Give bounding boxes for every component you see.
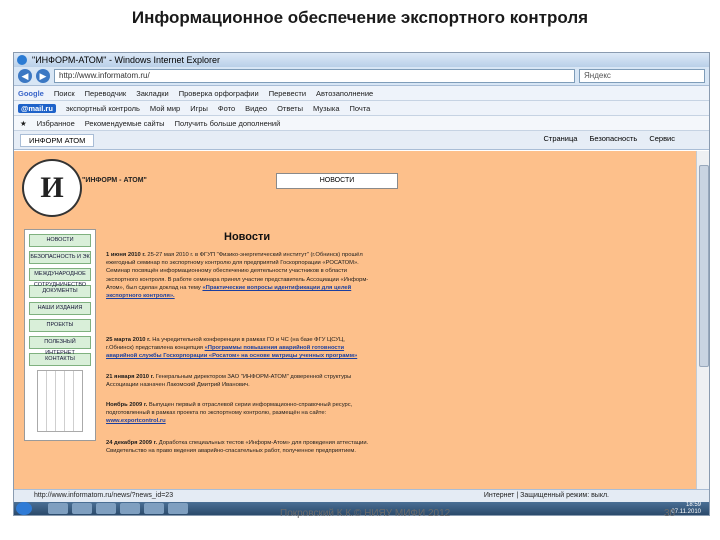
vertical-scrollbar[interactable] [696, 151, 709, 489]
suggested-sites-link[interactable]: Рекомендуемые сайты [85, 119, 165, 128]
chrome-taskbar-icon[interactable] [168, 503, 188, 514]
web-page-content: И "ИНФОРМ - АТОМ" НОВОСТИ НОВОСТИ БЕЗОПА… [14, 151, 697, 489]
start-button-icon[interactable] [16, 502, 32, 515]
address-input[interactable]: http://www.informatom.ru/ [54, 69, 575, 83]
news-item: Ноябрь 2009 г. Выпущен первый в отраслев… [106, 401, 371, 426]
clock-date: 07.11.2010 [671, 508, 701, 515]
mailru-logo: @mail.ru [18, 103, 56, 113]
mailru-photo-button[interactable]: Фото [218, 104, 235, 113]
mailru-video-button[interactable]: Видео [245, 104, 267, 113]
menu-item-security[interactable]: БЕЗОПАСНОСТЬ И ЭК [29, 251, 91, 264]
news-date: 25 марта 2010 г. [106, 337, 151, 343]
taskbar-icons [48, 503, 188, 514]
google-translate-button[interactable]: Переводчик [85, 89, 127, 98]
news-date: 1 июня 2010 г. [106, 252, 146, 258]
favorites-bar: ★ Избранное Рекомендуемые сайты Получить… [14, 116, 709, 131]
favorites-star-icon[interactable]: ★ [20, 119, 27, 128]
google-autofill-button[interactable]: Автозаполнение [316, 89, 373, 98]
tools-menu[interactable]: Сервис [649, 134, 675, 143]
menu-item-projects[interactable]: ПРОЕКТЫ [29, 319, 91, 332]
status-bar: http://www.informatom.ru/news/?news_id=2… [14, 489, 709, 502]
explorer-taskbar-icon[interactable] [72, 503, 92, 514]
app-taskbar-icon[interactable] [120, 503, 140, 514]
window-title: "ИНФОРМ-АТОМ" - Windows Internet Explore… [32, 55, 221, 65]
news-date: Ноябрь 2009 г. [106, 402, 148, 408]
search-input[interactable]: Яндекс [579, 69, 705, 83]
slide-page-number: 30 [664, 508, 676, 519]
page-heading: Новости [224, 231, 271, 243]
safety-menu[interactable]: Безопасность [589, 134, 637, 143]
news-item: 24 декабря 2009 г. Доработка специальных… [106, 439, 371, 455]
menu-item-news[interactable]: НОВОСТИ [29, 234, 91, 247]
window-titlebar: "ИНФОРМ-АТОМ" - Windows Internet Explore… [14, 53, 709, 67]
menu-item-useful-internet[interactable]: ПОЛЕЗНЫЙ ИНТЕРНЕТ [29, 336, 91, 356]
powerpoint-taskbar-icon[interactable] [144, 503, 164, 514]
logo-text: "ИНФОРМ - АТОМ" [82, 177, 147, 184]
news-date: 21 января 2010 г. [106, 374, 155, 380]
news-date: 24 декабря 2009 г. [106, 440, 158, 446]
menu-item-contacts[interactable]: КОНТАКТЫ [29, 353, 91, 366]
google-spellcheck-button[interactable]: Проверка орфографии [179, 89, 259, 98]
mailru-mail-button[interactable]: Почта [350, 104, 371, 113]
mailru-answers-button[interactable]: Ответы [277, 104, 303, 113]
menu-item-cooperation[interactable]: МЕЖДУНАРОДНОЕ СОТРУДНИЧЕСТВО [29, 268, 91, 288]
news-item: 1 июня 2010 г. 25-27 мая 2010 г. в ФГУП … [106, 251, 371, 300]
security-zone: Интернет | Защищенный режим: выкл. [483, 492, 609, 499]
scrollbar-thumb[interactable] [699, 165, 709, 367]
mailru-music-button[interactable]: Музыка [313, 104, 340, 113]
back-arrow-icon[interactable]: ◀ [18, 69, 32, 83]
sidebar-decoration [37, 370, 83, 432]
news-link[interactable]: www.exportcontrol.ru [106, 418, 166, 424]
tab-row: ИНФОРМ АТОМ Страница Безопасность Сервис [14, 131, 709, 150]
mailru-toolbar: @mail.ru экспортный контроль Мой мир Игр… [14, 101, 709, 116]
site-sidebar-menu: НОВОСТИ БЕЗОПАСНОСТЬ И ЭК МЕЖДУНАРОДНОЕ … [24, 229, 96, 441]
google-bookmarks-button[interactable]: Закладки [136, 89, 168, 98]
informatom-logo[interactable]: И [22, 159, 82, 217]
mailru-games-button[interactable]: Игры [190, 104, 208, 113]
browser-screenshot: "ИНФОРМ-АТОМ" - Windows Internet Explore… [13, 52, 710, 516]
google-logo: Google [18, 88, 44, 98]
system-clock[interactable]: 18:59 07.11.2010 [671, 502, 701, 515]
media-taskbar-icon[interactable] [96, 503, 116, 514]
favorites-button[interactable]: Избранное [37, 119, 75, 128]
news-item: 21 января 2010 г. Генеральным директором… [106, 373, 371, 389]
tab-informatom[interactable]: ИНФОРМ АТОМ [20, 133, 95, 147]
address-bar-row: ◀ ▶ http://www.informatom.ru/ Яндекс [14, 67, 709, 86]
get-addons-link[interactable]: Получить больше дополнений [175, 119, 281, 128]
ie-icon [17, 55, 27, 65]
google-search-button[interactable]: Поиск [54, 89, 75, 98]
forward-arrow-icon[interactable]: ▶ [36, 69, 50, 83]
news-item: 25 марта 2010 г. На учредительной конфер… [106, 336, 371, 361]
page-menu[interactable]: Страница [543, 134, 577, 143]
google-translate-page-button[interactable]: Перевести [269, 89, 306, 98]
mailru-search-input[interactable]: экспортный контроль [66, 104, 140, 113]
ie-taskbar-icon[interactable] [48, 503, 68, 514]
slide-footer: Покровский К.К.© НИЯУ МИФИ 2012 [280, 508, 451, 519]
google-toolbar: Google Поиск Переводчик Закладки Проверк… [14, 86, 709, 101]
menu-item-publications[interactable]: НАШИ ИЗДАНИЯ [29, 302, 91, 315]
command-bar: Страница Безопасность Сервис [543, 134, 675, 143]
news-header-button[interactable]: НОВОСТИ [276, 173, 398, 189]
mailru-myworld-button[interactable]: Мой мир [150, 104, 180, 113]
slide-title: Информационное обеспечение экспортного к… [131, 8, 589, 27]
status-url: http://www.informatom.ru/news/?news_id=2… [34, 492, 174, 499]
